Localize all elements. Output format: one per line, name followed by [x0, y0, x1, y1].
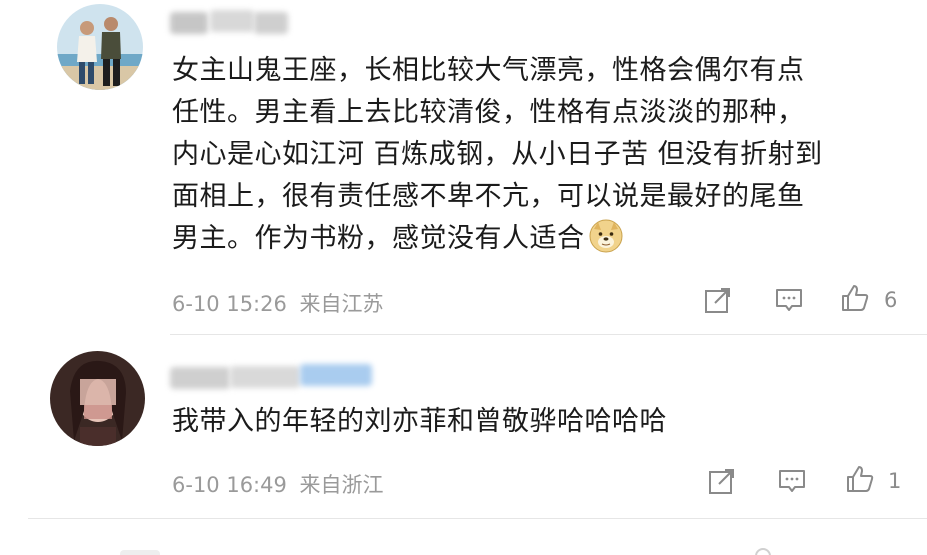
like-count: 6 [884, 288, 898, 312]
share-icon[interactable] [703, 285, 733, 315]
share-icon[interactable] [707, 466, 737, 496]
comment-text: 我带入的年轻的刘亦菲和曾敬骅哈哈哈哈 [172, 401, 667, 443]
location: 来自江苏 [299, 292, 384, 316]
comment-item-2: 我带入的年轻的刘亦菲和曾敬骅哈哈哈哈 6-10 16:49 来自浙江 1 [0, 335, 927, 520]
comment-icon[interactable] [777, 466, 807, 496]
thumbs-up-icon[interactable] [845, 464, 875, 494]
thumbs-up-icon[interactable] [840, 283, 870, 313]
comment-item-1: 女主山鬼王座，长相比较大气漂亮，性格会偶尔有点 任性。男主看上去比较清俊，性格有… [0, 0, 927, 335]
username-obscured[interactable] [170, 8, 290, 38]
timestamp: 6-10 15:26 [172, 292, 287, 316]
comment-text-line: 男主。作为书粉，感觉没有人适合 [172, 218, 823, 260]
comment-text-line: 任性。男主看上去比较清俊，性格有点淡淡的那种， [172, 97, 805, 128]
avatar[interactable] [50, 351, 145, 446]
comment-text-line: 面相上，很有责任感不卑不亢，可以说是最好的尾鱼 [172, 181, 805, 212]
comment-meta: 6-10 16:49 来自浙江 [172, 469, 384, 499]
like-count: 1 [888, 469, 902, 493]
doge-emoji [589, 219, 622, 253]
next-item-peek [0, 540, 927, 555]
avatar-image [57, 4, 143, 90]
comment-icon[interactable] [774, 285, 804, 315]
comment-text-line: 我带入的年轻的刘亦菲和曾敬骅哈哈哈哈 [172, 406, 667, 437]
location: 来自浙江 [299, 473, 384, 497]
username-obscured[interactable] [170, 361, 380, 391]
comment-text: 女主山鬼王座，长相比较大气漂亮，性格会偶尔有点 任性。男主看上去比较清俊，性格有… [172, 50, 823, 260]
comment-text-line: 女主山鬼王座，长相比较大气漂亮，性格会偶尔有点 [172, 55, 805, 86]
comment-text-line: 内心是心如江河 百炼成钢，从小日子苦 但没有折射到 [172, 139, 823, 170]
avatar-image [50, 351, 145, 446]
avatar[interactable] [57, 4, 143, 90]
divider [28, 518, 927, 519]
comment-meta: 6-10 15:26 来自江苏 [172, 288, 384, 318]
timestamp: 6-10 16:49 [172, 473, 287, 497]
